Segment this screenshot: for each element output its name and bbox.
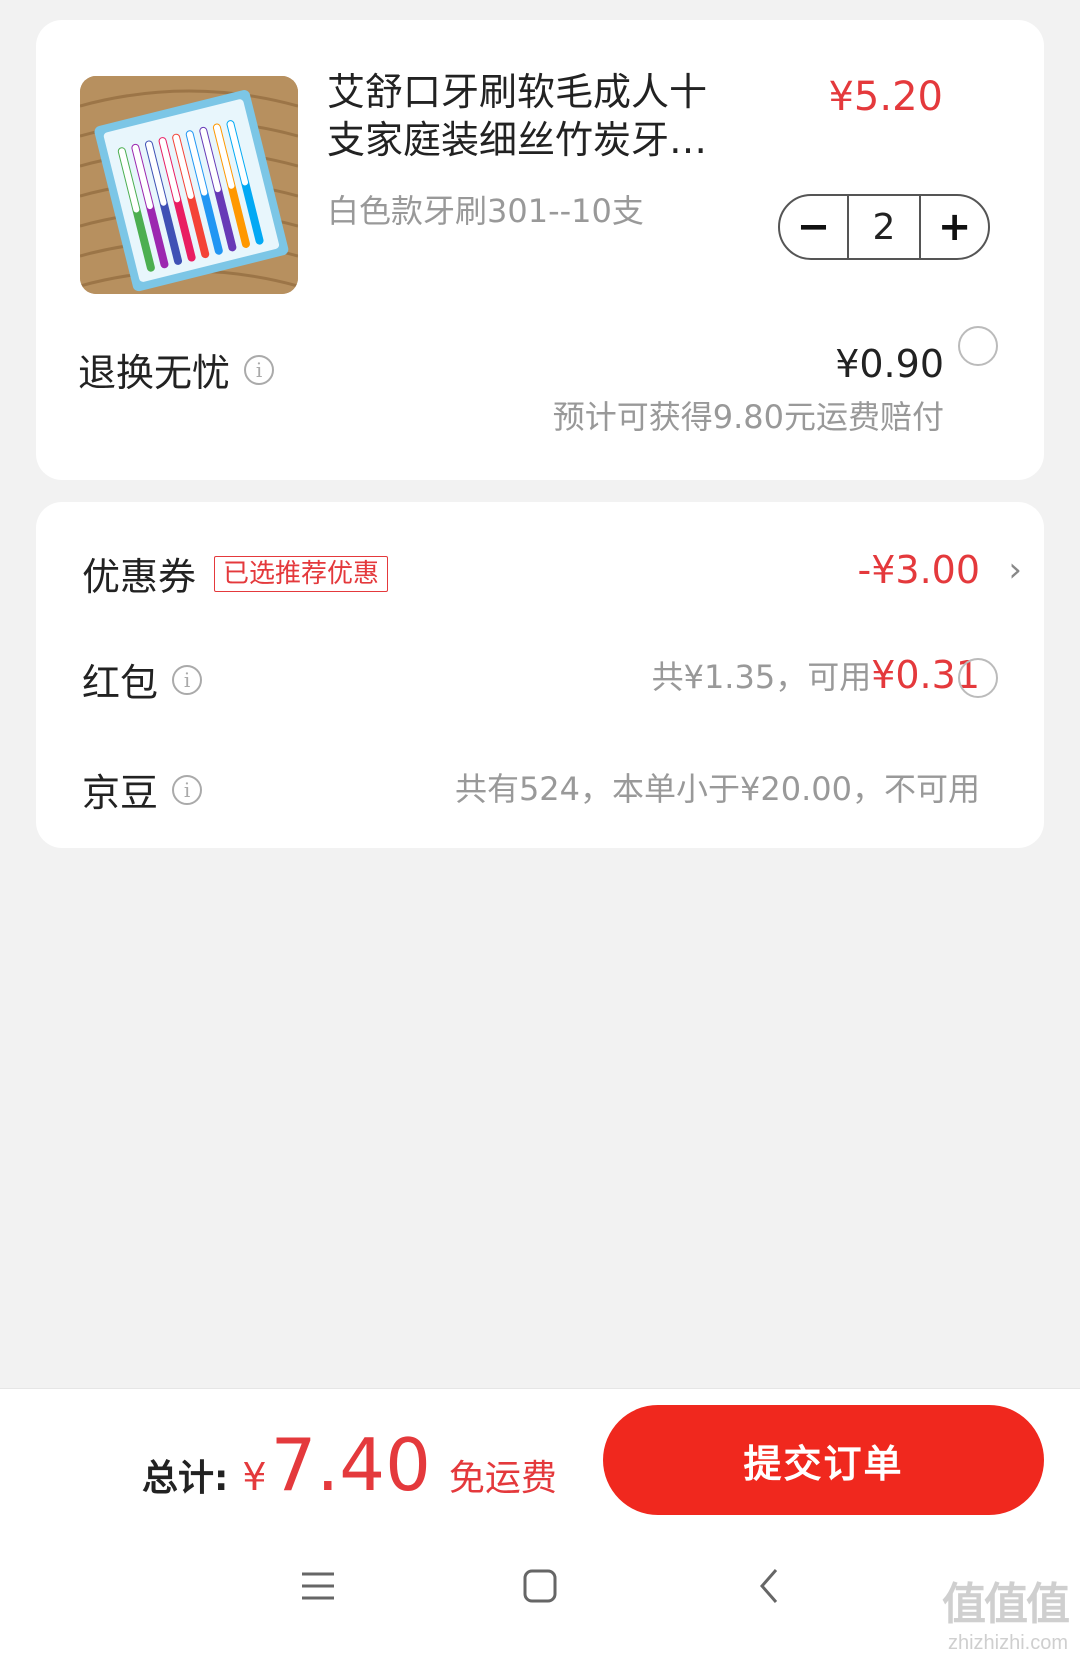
info-icon[interactable]: i: [172, 664, 203, 695]
watermark-sub: zhizhizhi.com: [947, 1632, 1068, 1654]
home-icon[interactable]: [522, 1568, 558, 1604]
red-packet-label: 红包: [82, 661, 159, 705]
submit-order-button[interactable]: 提交订单: [603, 1405, 1044, 1515]
return-service-row: 退换无忧 i: [78, 342, 275, 397]
quantity-stepper: − 2 +: [778, 194, 990, 260]
product-title[interactable]: 艾舒口牙刷软毛成人十 支家庭装细丝竹炭牙…: [327, 68, 737, 164]
total-amount: 7.40: [270, 1423, 431, 1507]
jd-beans-row: 京豆 i: [82, 762, 203, 817]
total-currency: ¥: [242, 1455, 267, 1499]
checkout-bar: 总计: ¥ 7.40 免运费 提交订单: [0, 1388, 1080, 1531]
product-title-line2: 支家庭装细丝竹炭牙…: [327, 118, 708, 162]
coupon-label: 优惠券: [82, 555, 197, 599]
red-packet-total: 共¥1.35，可用: [651, 658, 872, 696]
watermark-logo: 值值值 zhizhizhi.com: [942, 1568, 1070, 1655]
total-label: 总计:: [142, 1458, 229, 1499]
product-price: ¥5.20: [828, 74, 943, 120]
coupon-row[interactable]: 优惠券 已选推荐优惠: [82, 546, 389, 601]
return-service-radio[interactable]: [958, 326, 998, 366]
product-image[interactable]: [80, 76, 298, 294]
menu-icon[interactable]: [300, 1568, 336, 1604]
decrease-button[interactable]: −: [780, 196, 847, 258]
system-nav-bar: 值值值 zhizhizhi.com: [0, 1530, 1080, 1661]
jd-beans-info: 共有524，本单小于¥20.00，不可用: [454, 770, 980, 808]
shipping-label: 免运费: [448, 1458, 557, 1499]
return-service-label: 退换无忧: [78, 351, 231, 395]
product-card: 艾舒口牙刷软毛成人十 支家庭装细丝竹炭牙… 白色款牙刷301--10支 ¥5.2…: [36, 20, 1044, 480]
info-icon[interactable]: i: [244, 354, 275, 385]
coupon-value[interactable]: -¥3.00: [858, 548, 981, 592]
jd-beans-label: 京豆: [82, 771, 159, 815]
return-service-price: ¥0.90: [835, 342, 944, 386]
order-total: 总计: ¥ 7.40 免运费: [142, 1423, 557, 1507]
info-icon[interactable]: i: [172, 774, 203, 805]
red-packet-row: 红包 i: [82, 652, 203, 707]
coupon-tag: 已选推荐优惠: [214, 555, 389, 592]
watermark-main: 值值值: [942, 1580, 1070, 1629]
red-packet-radio[interactable]: [958, 658, 998, 698]
back-icon[interactable]: [752, 1568, 788, 1604]
chevron-right-icon[interactable]: ›: [1008, 550, 1022, 590]
quantity-value[interactable]: 2: [846, 196, 922, 258]
product-spec[interactable]: 白色款牙刷301--10支: [327, 186, 644, 232]
product-title-line1: 艾舒口牙刷软毛成人十: [327, 70, 708, 114]
red-packet-info: 共¥1.35，可用 ¥0.31: [652, 652, 980, 698]
increase-button[interactable]: +: [921, 196, 988, 258]
toothbrush-pack-icon: [80, 76, 298, 294]
return-service-note: 预计可获得9.80元运费赔付: [552, 398, 944, 436]
